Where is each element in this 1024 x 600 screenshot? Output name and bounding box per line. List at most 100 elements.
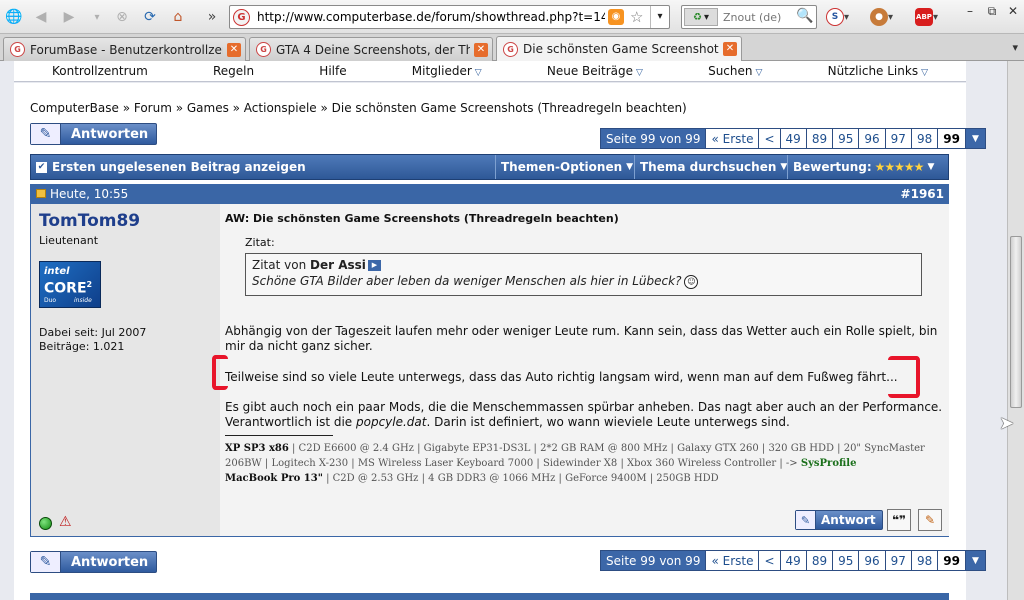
page-scrollbar[interactable] [1007, 61, 1024, 600]
nav-hilfe[interactable]: Hilfe [319, 64, 346, 78]
breadcrumb[interactable]: ComputerBase » Forum » Games » Actionspi… [30, 101, 687, 115]
username[interactable]: TomTom89 [39, 211, 140, 231]
quote-button[interactable]: ❝❞ [887, 509, 911, 531]
tab-list-chevron-icon[interactable]: ▾ [1012, 41, 1018, 54]
url-text[interactable]: http://www.computerbase.de/forum/showthr… [257, 10, 605, 24]
page-link[interactable]: 98 [910, 551, 937, 570]
reply-button-top[interactable]: ✎ Antworten [30, 123, 157, 145]
search-engine-selector[interactable]: ♻ ▾ [684, 8, 718, 26]
nav-kontrollzentrum[interactable]: Kontrollzentrum [52, 64, 148, 78]
report-warning-icon[interactable]: ⚠ [59, 515, 75, 530]
rss-feed-icon[interactable]: ◉ [608, 9, 624, 25]
sysprofile-link[interactable]: SysProfile [801, 458, 857, 469]
post-header: Heute, 10:55 #1961 [30, 184, 949, 204]
page-link[interactable]: 95 [832, 129, 858, 148]
page-first-link[interactable]: « Erste [705, 129, 758, 148]
browser-globe-icon[interactable]: 🌐 [3, 6, 25, 28]
search-icon[interactable]: 🔍 [796, 8, 813, 24]
tab-close-icon[interactable]: ✕ [227, 42, 241, 57]
answer-button[interactable]: ✎ Antwort [795, 510, 883, 530]
stop-icon[interactable]: ⊗ [111, 6, 133, 28]
tab-forumbase[interactable]: G ForumBase - Benutzerkontrollzen... ✕ [3, 37, 246, 61]
page-jump-dropdown-icon[interactable]: ▼ [964, 129, 985, 148]
page-link[interactable]: 96 [858, 551, 884, 570]
tab-strip: G ForumBase - Benutzerkontrollzen... ✕ G… [0, 34, 1024, 61]
tab-favicon-icon: G [256, 42, 271, 57]
bookmark-star-icon[interactable]: ☆ [630, 8, 643, 26]
reload-icon[interactable]: ⟳ [139, 6, 161, 28]
pagination-top: Seite 99 von 99 « Erste < 49 89 95 96 97… [600, 128, 986, 149]
page-prev-link[interactable]: < [758, 551, 779, 570]
post-number[interactable]: #1961 [901, 187, 944, 201]
page-link[interactable]: 97 [884, 129, 911, 148]
tab-label: Die schönsten Game Screenshots... [523, 42, 719, 56]
page-viewport: Kontrollzentrum Regeln Hilfe Mitglieder ▽… [0, 61, 1007, 600]
back-button[interactable]: ◀ [30, 6, 52, 28]
adblock-button[interactable]: ABP ▾ [915, 7, 938, 27]
unread-label: Ersten ungelesenen Beitrag anzeigen [52, 160, 306, 174]
signature-line-2: MacBook Pro 13" | C2D @ 2.53 GHz | 4 GB … [225, 471, 940, 486]
post-time: Heute, 10:55 [50, 187, 129, 201]
avatar-product: CORE2 [44, 280, 92, 297]
smiley-icon: ☺ [684, 274, 699, 289]
forward-button[interactable]: ▶ [58, 6, 80, 28]
search-engine-icon: ♻ [693, 11, 702, 23]
page-prev-link[interactable]: < [758, 129, 779, 148]
page-jump-dropdown-icon[interactable]: ▼ [964, 551, 985, 570]
tab-close-icon[interactable]: ✕ [474, 42, 488, 57]
chevron-down-icon: ▽ [921, 68, 928, 78]
quote-label: Zitat: [245, 236, 275, 249]
thread-options-menu[interactable]: Themen-Optionen ▼ [495, 155, 634, 179]
close-icon[interactable]: ✕ [1003, 4, 1023, 18]
nav-mitglieder[interactable]: Mitglieder ▽ [412, 64, 482, 78]
chevron-down-icon: ▼ [626, 162, 634, 172]
page-link[interactable]: 96 [858, 129, 884, 148]
thread-tools-bar: ✔ Ersten ungelesenen Beitrag anzeigen The… [30, 154, 949, 180]
view-post-icon[interactable]: ▶ [367, 260, 381, 271]
avatar: intel CORE2 Duo inside [39, 261, 101, 308]
navigation-toolbar: 🌐 ◀ ▶ ▾ ⊗ ⟳ ⌂ » G http://www.computerbas… [0, 0, 1024, 34]
thread-rating-menu[interactable]: Bewertung: ★★★★★ ▼ [787, 155, 949, 179]
url-bar[interactable]: G http://www.computerbase.de/forum/showt… [229, 5, 670, 29]
page-info: Seite 99 von 99 [601, 129, 706, 148]
page-link[interactable]: 98 [910, 129, 937, 148]
history-dropdown-icon[interactable]: ▾ [86, 6, 108, 28]
user-info-pane: TomTom89 Lieutenant intel CORE2 Duo insi… [31, 204, 220, 536]
post-count: Beiträge: 1.021 [39, 340, 125, 353]
page-link[interactable]: 89 [805, 551, 832, 570]
page-link[interactable]: 89 [805, 129, 832, 148]
nav-suchen[interactable]: Suchen ▽ [708, 64, 762, 78]
url-dropdown-icon[interactable]: ▾ [650, 6, 669, 28]
addon-cookie-button[interactable]: ● ▾ [870, 7, 893, 27]
page-link[interactable]: 97 [884, 551, 911, 570]
search-bar[interactable]: ♻▾ 🔍 [681, 5, 817, 29]
post-status-icon [36, 189, 46, 198]
search-input[interactable] [723, 9, 795, 25]
scrollbar-thumb[interactable] [1010, 236, 1022, 408]
nav-neue-beitraege[interactable]: Neue Beiträge ▽ [547, 64, 643, 78]
thread-search-menu[interactable]: Thema durchsuchen ▼ [634, 155, 787, 179]
user-stats: Dabei seit: Jul 2007 Beiträge: 1.021 [39, 326, 146, 354]
reply-button-bottom[interactable]: ✎ Antworten [30, 551, 157, 573]
page-first-link[interactable]: « Erste [705, 551, 758, 570]
quote-author: Der Assi [310, 258, 366, 272]
highlight-bracket-left [212, 355, 228, 390]
tab-gta4[interactable]: G GTA 4 Deine Screenshots, der Thr... ✕ [249, 37, 493, 61]
nav-regeln[interactable]: Regeln [213, 64, 254, 78]
page-link[interactable]: 49 [779, 129, 806, 148]
multiquote-button[interactable]: ✎ [918, 509, 942, 531]
tab-close-icon[interactable]: ✕ [723, 42, 737, 56]
minimize-icon[interactable]: – [960, 4, 980, 18]
page-link[interactable]: 95 [832, 551, 858, 570]
addon-s-button[interactable]: S ▾ [826, 7, 849, 27]
tab-game-screenshots[interactable]: G Die schönsten Game Screenshots... ✕ [496, 36, 742, 61]
chevron-down-icon: ▾ [703, 11, 709, 23]
unread-post-link[interactable]: ✔ Ersten ungelesenen Beitrag anzeigen [31, 155, 495, 179]
restore-icon[interactable]: ⧉ [982, 4, 1002, 19]
toolbar-overflow[interactable]: » [201, 6, 223, 28]
home-icon[interactable]: ⌂ [167, 6, 189, 28]
nav-label: Suchen [708, 64, 753, 78]
tab-favicon-icon: G [10, 42, 25, 57]
page-link[interactable]: 49 [779, 551, 806, 570]
nav-nuetzliche-links[interactable]: Nützliche Links ▽ [828, 64, 928, 78]
